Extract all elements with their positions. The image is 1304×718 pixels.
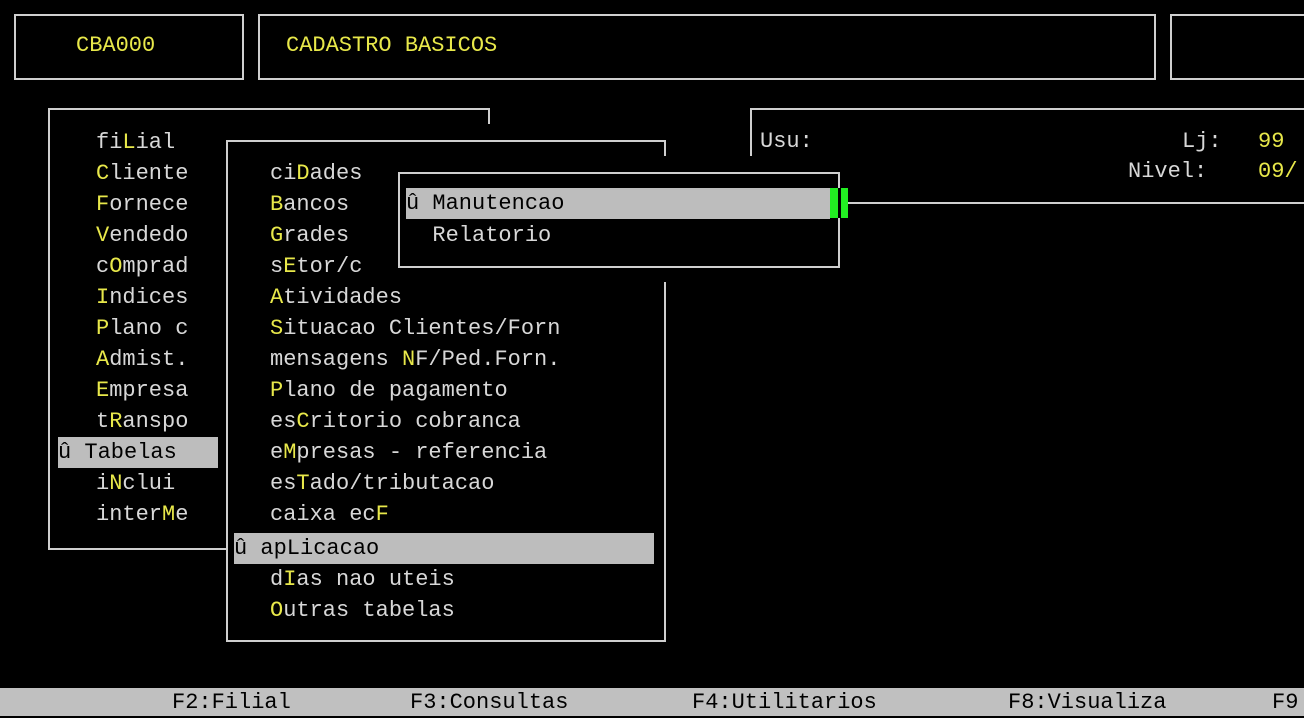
- menu-item-administradoras[interactable]: Admist.: [96, 344, 188, 375]
- menu-item-tabelas[interactable]: û Tabelas: [58, 437, 218, 468]
- tables-item-cidades[interactable]: ciDades: [270, 158, 362, 189]
- action-item-manutencao[interactable]: û Manutencao: [406, 188, 830, 219]
- level-label: Nivel:: [1128, 159, 1208, 184]
- program-title-box: CADASTRO BASICOS: [258, 14, 1156, 80]
- function-key-bar: F2:Filial F3:Consultas F4:Utilitarios F8…: [0, 688, 1304, 716]
- tables-item-estado[interactable]: esTado/tributacao: [270, 468, 494, 499]
- menu-item-transportadoras[interactable]: tRanspo: [96, 406, 188, 437]
- level-value: 09/: [1258, 159, 1298, 184]
- fkey-f4-utilitarios[interactable]: F4:Utilitarios: [692, 688, 877, 718]
- program-title: CADASTRO BASICOS: [286, 33, 498, 58]
- menu-item-fornecedores[interactable]: Fornece: [96, 189, 188, 220]
- store-label: Lj:: [1182, 129, 1222, 154]
- store-value: 99: [1258, 129, 1285, 154]
- fkey-f8-visualiza[interactable]: F8:Visualiza: [1008, 688, 1166, 718]
- tables-item-setor[interactable]: sEtor/c: [270, 251, 362, 282]
- tables-item-grades[interactable]: Grades: [270, 220, 349, 251]
- cursor-gap: [838, 188, 841, 218]
- program-code-box: CBA000: [14, 14, 244, 80]
- program-code: CBA000: [76, 33, 156, 58]
- tables-item-escritorio[interactable]: esCritorio cobranca: [270, 406, 521, 437]
- action-item-relatorio[interactable]: Relatorio: [406, 220, 551, 251]
- connector-line: [848, 202, 1304, 204]
- tables-item-bancos[interactable]: Bancos: [270, 189, 349, 220]
- menu-item-inclui[interactable]: iNclui: [96, 468, 175, 499]
- tables-item-dias-nao-uteis[interactable]: dIas nao uteis: [270, 564, 455, 595]
- tables-item-mensagens[interactable]: mensagens NF/Ped.Forn.: [270, 344, 560, 375]
- user-label: Usu:: [760, 129, 813, 154]
- tables-item-atividades[interactable]: Atividades: [270, 282, 402, 313]
- menu-item-intermediarios[interactable]: interMe: [96, 499, 188, 530]
- tables-item-caixa-ecf[interactable]: caixa ecF: [270, 499, 389, 530]
- tables-item-outras-tabelas[interactable]: Outras tabelas: [270, 595, 455, 626]
- tables-item-empresas-referencia[interactable]: eMpresas - referencia: [270, 437, 547, 468]
- tables-item-aplicacao[interactable]: û apLicacao: [234, 533, 654, 564]
- menu-item-compradores[interactable]: cOmprad: [96, 251, 188, 282]
- menu-item-vendedores[interactable]: Vendedo: [96, 220, 188, 251]
- menu-item-empresa[interactable]: Empresa: [96, 375, 188, 406]
- menu-item-clientes[interactable]: Cliente: [96, 158, 188, 189]
- menu-item-filial[interactable]: fiLial: [96, 127, 175, 158]
- menu-item-indices[interactable]: Indices: [96, 282, 188, 313]
- header-right-box: [1170, 14, 1304, 80]
- tables-item-situacao[interactable]: Situacao Clientes/Forn: [270, 313, 560, 344]
- fkey-f3-consultas[interactable]: F3:Consultas: [410, 688, 568, 718]
- fkey-f2-filial[interactable]: F2:Filial: [172, 688, 291, 718]
- menu-item-plano-contas[interactable]: Plano c: [96, 313, 188, 344]
- tables-item-plano-pagamento[interactable]: Plano de pagamento: [270, 375, 508, 406]
- fkey-f9[interactable]: F9: [1272, 688, 1298, 718]
